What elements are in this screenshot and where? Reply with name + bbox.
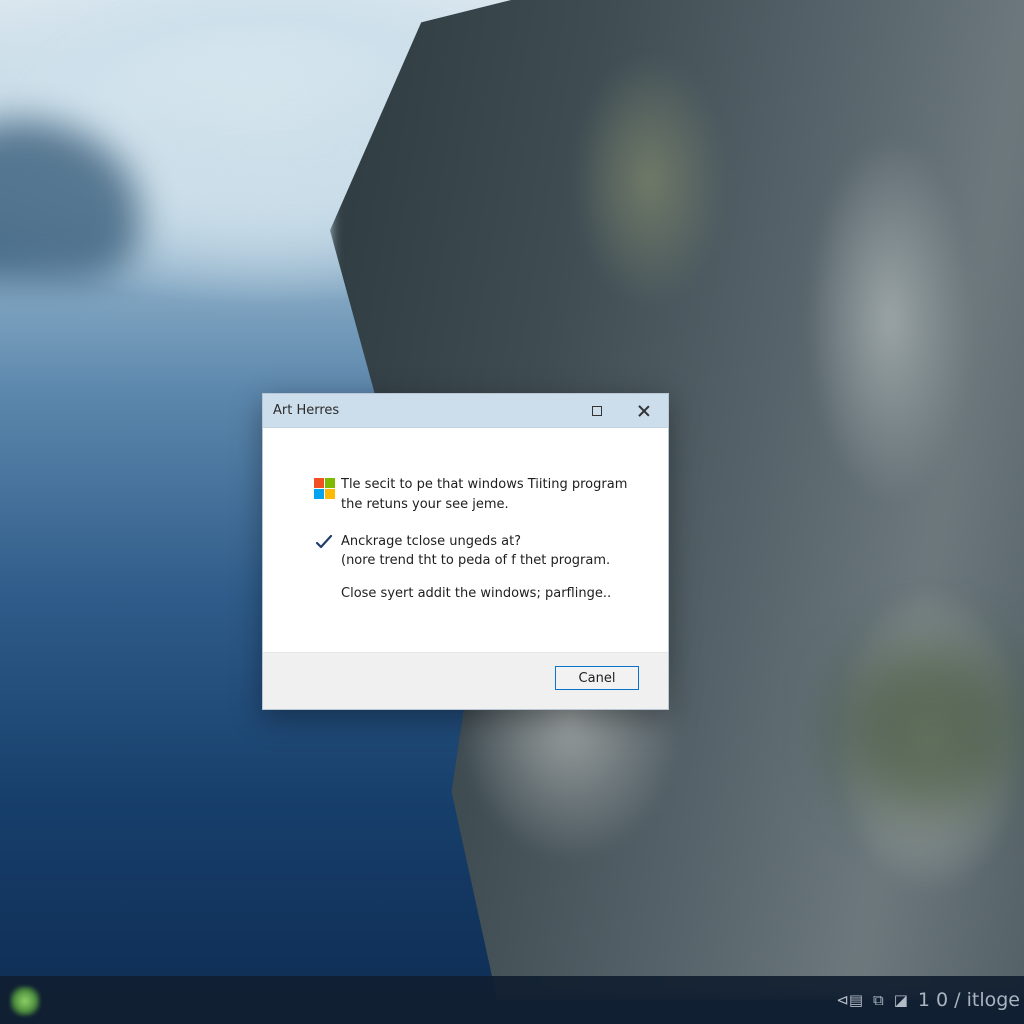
dialog-content: Tle secit to pe that windows Tiiting pro… xyxy=(263,428,668,652)
tray-volume-icon[interactable]: ◪ xyxy=(894,991,908,1009)
close-button[interactable] xyxy=(621,394,667,427)
option-line-1: Anckrage tclose ungeds at? xyxy=(341,534,522,549)
dialog-option[interactable]: Anckrage tclose ungeds at? (nore trend t… xyxy=(341,532,610,570)
message-line-2: the retuns your see jeme. xyxy=(341,497,509,512)
maximize-button[interactable] xyxy=(574,394,620,427)
dialog-note: Close syert addit the windows; parflinge… xyxy=(341,586,612,601)
dialog-message: Tle secit to pe that windows Tiiting pro… xyxy=(341,475,627,515)
tray-windows-icon[interactable]: ⧉ xyxy=(873,991,884,1009)
maximize-icon xyxy=(592,405,602,416)
windows-logo-icon xyxy=(314,478,335,499)
dialog-title: Art Herres xyxy=(273,403,340,418)
cancel-button[interactable]: Canel xyxy=(555,666,639,690)
tray-text[interactable]: 1 0 / itloge xyxy=(918,989,1020,1011)
system-tray: ⊲▤ ⧉ ◪ 1 0 / itloge xyxy=(836,976,1020,1024)
start-icon[interactable] xyxy=(10,986,40,1016)
tray-notification-icon[interactable]: ⊲▤ xyxy=(836,991,863,1009)
option-line-2: (nore trend tht to peda of f thet progra… xyxy=(341,553,611,568)
checkmark-icon[interactable] xyxy=(315,534,333,550)
taskbar: ⊲▤ ⧉ ◪ 1 0 / itloge xyxy=(0,976,1024,1024)
message-line-1: Tle secit to pe that windows Tiiting pro… xyxy=(341,477,628,492)
close-icon xyxy=(638,405,650,417)
dialog-footer: Canel xyxy=(263,652,668,709)
dialog-window: Art Herres Tle secit to pe that windows … xyxy=(262,393,669,710)
dialog-titlebar[interactable]: Art Herres xyxy=(263,394,668,428)
